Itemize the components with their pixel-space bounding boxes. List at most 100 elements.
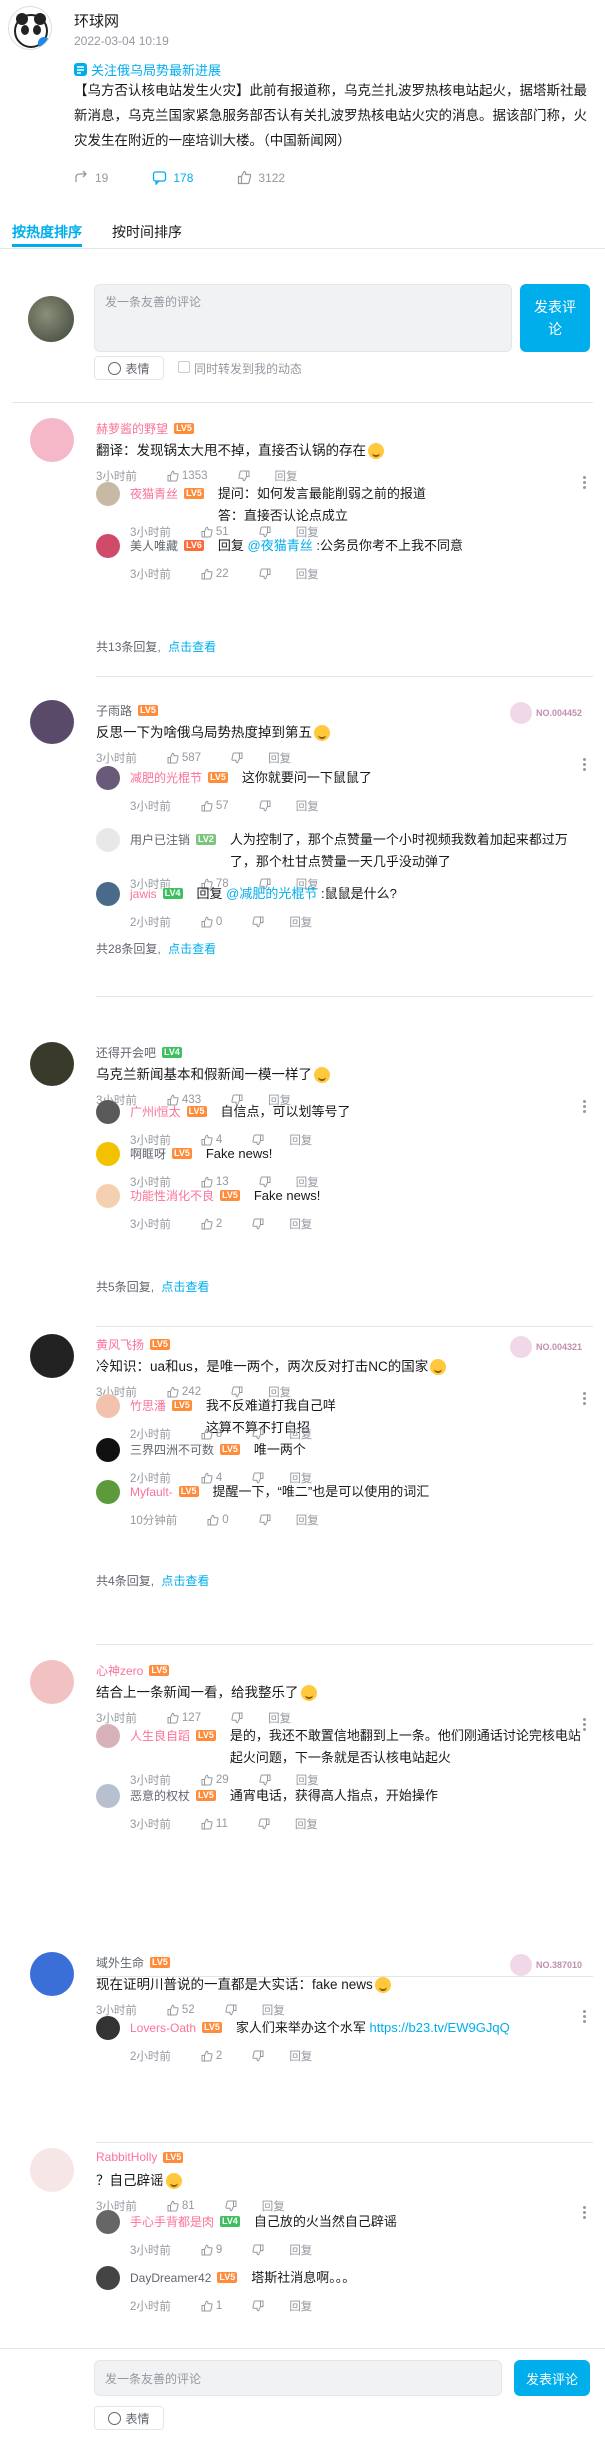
reply-button[interactable]: 回复	[289, 2242, 312, 2258]
like-icon[interactable]	[201, 916, 213, 928]
commenter-name[interactable]: RabbitHolly	[96, 2150, 157, 2164]
dislike-icon[interactable]	[252, 2050, 264, 2062]
replier-name[interactable]: 啊眶呀	[130, 1146, 166, 1162]
reply-button[interactable]: 回复	[289, 914, 312, 930]
topic-tag[interactable]: 关注俄乌局势最新进展	[74, 60, 221, 79]
reply-button[interactable]: 回复	[268, 750, 291, 766]
replier-name[interactable]: 恶意的权杖	[130, 1788, 190, 1804]
replier-avatar[interactable]	[96, 828, 120, 852]
replier-name[interactable]: 功能性消化不良	[130, 1188, 214, 1204]
mention-link[interactable]: @减肥的光棍节	[226, 886, 317, 901]
dislike-icon[interactable]	[252, 2300, 264, 2312]
commenter-avatar[interactable]	[30, 700, 74, 744]
replier-avatar[interactable]	[96, 1100, 120, 1124]
dislike-icon[interactable]	[231, 1712, 243, 1724]
reply-link[interactable]: https://b23.tv/EW9GJqQ	[370, 2020, 510, 2035]
replier-name[interactable]: 手心手背都是肉	[130, 2214, 214, 2230]
comment-icon[interactable]	[152, 170, 167, 185]
replier-avatar[interactable]	[96, 882, 120, 906]
replier-avatar[interactable]	[96, 1438, 120, 1462]
replier-avatar[interactable]	[96, 1142, 120, 1166]
tab-time[interactable]: 按时间排序	[112, 222, 182, 242]
reply-button[interactable]: 回复	[289, 2298, 312, 2314]
comment-input[interactable]: 发一条友善的评论	[94, 284, 512, 352]
replier-name[interactable]: 三界四洲不可数	[130, 1442, 214, 1458]
tab-hot[interactable]: 按热度排序	[12, 222, 82, 242]
replier-avatar[interactable]	[96, 1394, 120, 1418]
like-icon[interactable]	[201, 1818, 213, 1830]
author-name[interactable]: 环球网	[74, 10, 119, 31]
replier-name[interactable]: jawis	[130, 886, 157, 902]
replier-name[interactable]: Myfault-	[130, 1484, 173, 1500]
reply-button[interactable]: 回复	[289, 2048, 312, 2064]
commenter-avatar[interactable]	[30, 1042, 74, 1086]
like-icon[interactable]	[201, 526, 213, 538]
expand-replies-link[interactable]: 点击查看	[168, 942, 216, 956]
dislike-icon[interactable]	[231, 752, 243, 764]
dislike-icon[interactable]	[252, 916, 264, 928]
replier-name[interactable]: 广州i恒太	[130, 1104, 181, 1120]
dislike-icon[interactable]	[252, 2244, 264, 2256]
like-icon[interactable]	[237, 170, 252, 185]
replier-avatar[interactable]	[96, 482, 120, 506]
replier-name[interactable]: 美人唯藏	[130, 538, 178, 554]
like-icon[interactable]	[167, 752, 179, 764]
like-icon[interactable]	[167, 1386, 179, 1398]
like-icon[interactable]	[201, 568, 213, 580]
like-icon[interactable]	[167, 2200, 179, 2212]
reply-button[interactable]: 回复	[262, 2002, 285, 2018]
forward-checkbox[interactable]	[178, 361, 190, 373]
replier-name[interactable]: DayDreamer42	[130, 2270, 211, 2286]
reply-button[interactable]: 回复	[296, 798, 319, 814]
expand-replies-link[interactable]: 点击查看	[161, 1280, 209, 1294]
commenter-name[interactable]: 域外生命	[96, 1954, 144, 1971]
like-icon[interactable]	[201, 1176, 213, 1188]
reply-button[interactable]: 回复	[296, 1512, 319, 1528]
commenter-name[interactable]: 还得开会吧	[96, 1044, 156, 1061]
dislike-icon[interactable]	[259, 800, 271, 812]
bottom-comment-input[interactable]: 发一条友善的评论	[94, 2360, 502, 2396]
replier-avatar[interactable]	[96, 534, 120, 558]
commenter-avatar[interactable]	[30, 2148, 74, 2192]
replier-avatar[interactable]	[96, 1724, 120, 1748]
replier-name[interactable]: 减肥的光棍节	[130, 770, 202, 786]
bottom-emoji-button[interactable]: 表情	[94, 2406, 164, 2430]
commenter-avatar[interactable]	[30, 1660, 74, 1704]
like-icon[interactable]	[201, 2244, 213, 2256]
commenter-name[interactable]: 黄风飞扬	[96, 1336, 144, 1353]
like-icon[interactable]	[201, 800, 213, 812]
replier-avatar[interactable]	[96, 1480, 120, 1504]
dislike-icon[interactable]	[259, 568, 271, 580]
like-icon[interactable]	[167, 470, 179, 482]
reply-button[interactable]: 回复	[275, 468, 298, 484]
author-avatar[interactable]	[8, 6, 52, 50]
like-count[interactable]: 3122	[258, 171, 285, 185]
commenter-name[interactable]: 心神zero	[96, 1662, 143, 1679]
replier-name[interactable]: 夜猫青丝	[130, 486, 178, 502]
replier-avatar[interactable]	[96, 1184, 120, 1208]
replier-avatar[interactable]	[96, 2016, 120, 2040]
dislike-icon[interactable]	[237, 470, 250, 482]
dislike-icon[interactable]	[252, 1218, 264, 1230]
commenter-avatar[interactable]	[30, 1334, 74, 1378]
replier-avatar[interactable]	[96, 2266, 120, 2290]
replier-name[interactable]: 竹思潘	[130, 1398, 166, 1414]
commenter-avatar[interactable]	[30, 418, 74, 462]
expand-replies-link[interactable]: 点击查看	[161, 1574, 209, 1588]
like-icon[interactable]	[201, 2050, 213, 2062]
replier-name[interactable]: 用户已注销	[130, 832, 190, 848]
reply-button[interactable]: 回复	[289, 1216, 312, 1232]
replier-avatar[interactable]	[96, 2210, 120, 2234]
dislike-icon[interactable]	[225, 2200, 237, 2212]
dislike-icon[interactable]	[258, 1818, 270, 1830]
like-icon[interactable]	[201, 1472, 213, 1484]
comment-count[interactable]: 178	[173, 171, 193, 185]
share-icon[interactable]	[74, 170, 89, 185]
replier-avatar[interactable]	[96, 766, 120, 790]
submit-button[interactable]: 发表评论	[520, 284, 590, 352]
reply-button[interactable]: 回复	[296, 566, 319, 582]
like-icon[interactable]	[201, 1774, 213, 1786]
like-icon[interactable]	[201, 1428, 213, 1440]
bottom-submit-button[interactable]: 发表评论	[514, 2360, 590, 2396]
like-icon[interactable]	[167, 1712, 179, 1724]
